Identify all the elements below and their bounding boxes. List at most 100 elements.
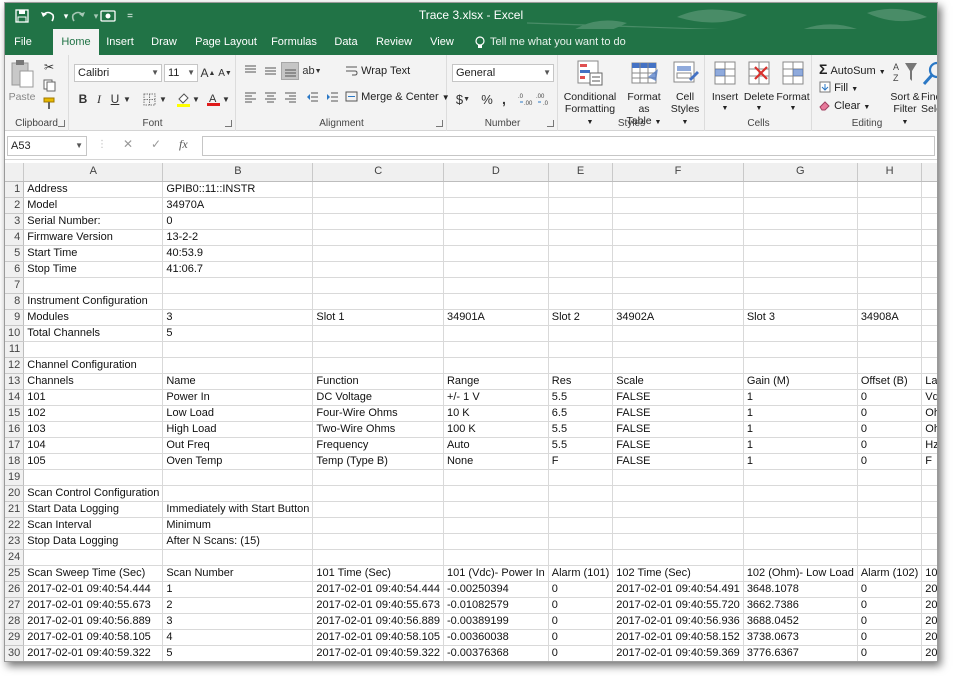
decrease-indent-icon[interactable]: [303, 89, 321, 105]
cell[interactable]: [857, 229, 923, 246]
column-header[interactable]: F: [612, 163, 744, 182]
cell[interactable]: [743, 469, 858, 486]
cell[interactable]: 41:06.7: [162, 261, 314, 278]
cell[interactable]: [921, 197, 937, 214]
cell[interactable]: 103: [23, 421, 164, 438]
cell[interactable]: [162, 293, 314, 310]
cell[interactable]: [548, 245, 614, 262]
tab-draw[interactable]: Draw: [148, 29, 180, 55]
cell[interactable]: Address: [23, 181, 164, 198]
cell[interactable]: [743, 325, 858, 342]
cell[interactable]: [162, 469, 314, 486]
delete-cells-button[interactable]: Delete ▼: [742, 59, 776, 115]
cell[interactable]: [612, 181, 744, 198]
bottom-align-icon[interactable]: [281, 62, 299, 80]
insert-cells-button[interactable]: Insert ▼: [708, 59, 742, 115]
cell[interactable]: Offset (B): [857, 373, 923, 390]
cell[interactable]: [857, 357, 923, 374]
row-header[interactable]: 8: [5, 293, 25, 310]
cell[interactable]: [921, 485, 937, 502]
cell[interactable]: 34970A: [162, 197, 314, 214]
cell[interactable]: [312, 213, 444, 230]
column-header[interactable]: [921, 163, 937, 182]
cell[interactable]: Total Channels: [23, 325, 164, 342]
cell[interactable]: [743, 181, 858, 198]
cell[interactable]: [443, 549, 549, 566]
cell[interactable]: [312, 325, 444, 342]
cell[interactable]: Scale: [612, 373, 744, 390]
wrap-text-button[interactable]: Wrap Text: [345, 65, 410, 77]
cell[interactable]: 1: [162, 581, 314, 598]
cell[interactable]: 2: [162, 597, 314, 614]
cut-icon[interactable]: ✂: [41, 59, 57, 75]
cell[interactable]: Scan Interval: [23, 517, 164, 534]
cell[interactable]: High Load: [162, 421, 314, 438]
cell[interactable]: [857, 181, 923, 198]
cell[interactable]: [548, 181, 614, 198]
cell[interactable]: Minimum: [162, 517, 314, 534]
cell[interactable]: 2017-02-01 09:40:58.105: [312, 629, 444, 646]
cell[interactable]: 2017-02-01 09:40:56.889: [23, 613, 164, 630]
cell[interactable]: 1: [743, 389, 858, 406]
cell[interactable]: Alarm (101): [548, 565, 614, 582]
cell[interactable]: 0: [857, 389, 923, 406]
cell[interactable]: [23, 277, 164, 294]
cell[interactable]: 5.5: [548, 437, 614, 454]
cell[interactable]: [443, 501, 549, 518]
cell[interactable]: [743, 197, 858, 214]
cell[interactable]: [443, 469, 549, 486]
row-header[interactable]: 3: [5, 213, 25, 230]
cell[interactable]: [443, 533, 549, 550]
cell[interactable]: [548, 517, 614, 534]
row-header[interactable]: 30: [5, 645, 25, 661]
cell[interactable]: Hz: [921, 437, 937, 454]
find-select-button[interactable]: Find Sele: [921, 59, 937, 115]
fill-button[interactable]: Fill ▼: [819, 81, 858, 94]
cell[interactable]: Oven Temp: [162, 453, 314, 470]
cell[interactable]: [548, 197, 614, 214]
cell[interactable]: [443, 341, 549, 358]
cell[interactable]: [921, 293, 937, 310]
cell[interactable]: Out Freq: [162, 437, 314, 454]
cell[interactable]: [443, 229, 549, 246]
cell[interactable]: [921, 357, 937, 374]
row-header[interactable]: 26: [5, 581, 25, 598]
row-header[interactable]: 24: [5, 549, 25, 566]
cell[interactable]: [312, 181, 444, 198]
cell[interactable]: DC Voltage: [312, 389, 444, 406]
row-header[interactable]: 1: [5, 181, 25, 198]
cell[interactable]: [548, 229, 614, 246]
select-all-corner[interactable]: [5, 163, 25, 182]
cell[interactable]: Ohm: [921, 421, 937, 438]
cell[interactable]: [443, 517, 549, 534]
top-align-icon[interactable]: [241, 63, 259, 79]
cell[interactable]: Res: [548, 373, 614, 390]
chevron-down-icon[interactable]: ▼: [158, 90, 168, 108]
cell[interactable]: Stop Time: [23, 261, 164, 278]
cell[interactable]: [162, 485, 314, 502]
row-header[interactable]: 25: [5, 565, 25, 582]
cell[interactable]: Ohm: [921, 405, 937, 422]
cell[interactable]: [162, 549, 314, 566]
cell[interactable]: [548, 293, 614, 310]
cell[interactable]: 0: [857, 405, 923, 422]
cell[interactable]: 2017-02-01 09:40:54.444: [312, 581, 444, 598]
cell[interactable]: [548, 533, 614, 550]
cell[interactable]: [743, 293, 858, 310]
cell[interactable]: 34908A: [857, 309, 923, 326]
name-box[interactable]: A53 ▼: [7, 136, 87, 156]
cell[interactable]: [857, 517, 923, 534]
cell[interactable]: [921, 181, 937, 198]
cell[interactable]: 2017-02: [921, 629, 937, 646]
cell[interactable]: [857, 533, 923, 550]
chevron-down-icon[interactable]: ▼: [222, 90, 230, 108]
cell[interactable]: [548, 261, 614, 278]
cell[interactable]: [857, 213, 923, 230]
row-header[interactable]: 16: [5, 421, 25, 438]
cell[interactable]: [921, 517, 937, 534]
row-header[interactable]: 10: [5, 325, 25, 342]
tab-insert[interactable]: Insert: [102, 29, 138, 55]
cell[interactable]: [612, 469, 744, 486]
percent-button[interactable]: %: [480, 90, 494, 108]
cell[interactable]: [548, 325, 614, 342]
